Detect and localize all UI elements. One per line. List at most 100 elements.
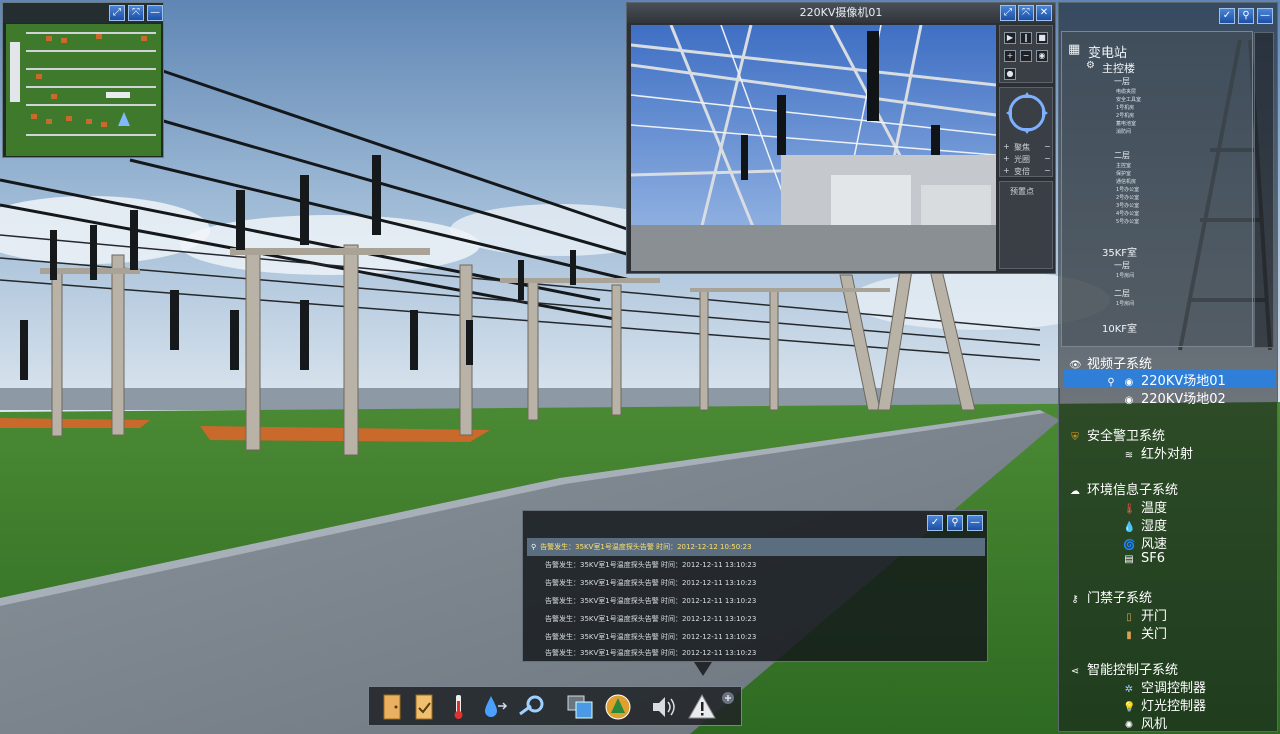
humidity-tool-icon[interactable] bbox=[479, 692, 509, 722]
tree-room[interactable]: 主控室 bbox=[1116, 162, 1131, 169]
warning-icon[interactable] bbox=[687, 692, 717, 722]
location-tree[interactable]: ▦ 变电站 ⚙ 主控楼 一层 电缆夹层 安全工具室 1号机房 2号机房 蓄电池室… bbox=[1061, 31, 1274, 348]
stop-icon[interactable]: ■ bbox=[1036, 32, 1048, 44]
alarm-panel[interactable]: ✓ ⚲ — ⚲ 告警发生：35KV室1号温度探头告警 时间：2012-12-12 … bbox=[522, 510, 988, 662]
alarm-minimize-button[interactable]: — bbox=[967, 515, 983, 531]
security-item-infrared[interactable]: ≋ 红外对射 bbox=[1123, 443, 1193, 462]
video-item-220kv-01[interactable]: ⚲ ◉ 220KV场地01 bbox=[1105, 370, 1226, 389]
tree-room[interactable]: 1号房间 bbox=[1116, 300, 1134, 307]
tree-room[interactable]: 蓄电池室 bbox=[1116, 120, 1136, 127]
share-icon: ⋖ bbox=[1070, 666, 1080, 677]
tree-room[interactable]: 消防间 bbox=[1116, 128, 1131, 135]
iris-minus-icon[interactable]: − bbox=[1044, 154, 1051, 163]
tree-room[interactable]: 1号房间 bbox=[1116, 272, 1134, 279]
tree-room[interactable]: 4号办公室 bbox=[1116, 210, 1139, 217]
minimap-minimize-button[interactable]: — bbox=[147, 5, 163, 21]
camera-video-feed[interactable] bbox=[631, 25, 996, 271]
minimap-panel[interactable]: ⤢ ⤧ — bbox=[2, 2, 164, 158]
tree-room[interactable]: 3号办公室 bbox=[1116, 202, 1139, 209]
focus-minus-icon[interactable]: − bbox=[1044, 142, 1051, 151]
door-icon[interactable] bbox=[377, 692, 407, 722]
video-item-label: 220KV场地02 bbox=[1141, 392, 1226, 407]
tree-room[interactable]: 2号机房 bbox=[1116, 112, 1134, 119]
wind-tool-icon[interactable] bbox=[517, 692, 547, 722]
alarm-row[interactable]: 告警发生：35KV室1号温度探头告警 时间：2012-12-11 13:10:2… bbox=[527, 644, 985, 662]
tree-room[interactable]: 安全工具室 bbox=[1116, 96, 1141, 103]
alarm-row[interactable]: 告警发生：35KV室1号温度探头告警 时间：2012-12-11 13:10:2… bbox=[527, 556, 985, 574]
expand-toolbar-icon[interactable] bbox=[721, 691, 735, 705]
alarm-check-icon[interactable]: ✓ bbox=[927, 515, 943, 531]
tree-main-building[interactable]: 主控楼 bbox=[1102, 60, 1135, 76]
tree-room[interactable]: 电缆夹层 bbox=[1116, 88, 1136, 95]
thermometer-tool-icon[interactable] bbox=[443, 692, 473, 722]
tree-floor-1[interactable]: 一层 bbox=[1114, 76, 1130, 87]
tree-scrollbar[interactable] bbox=[1254, 32, 1274, 348]
env-item-label: 湿度 bbox=[1141, 519, 1168, 534]
camera-window[interactable]: 220KV摄像机01 ⤢ ⤧ ✕ ▶ ‖ ■ + − ◉ ● + 聚焦 − + … bbox=[626, 2, 1056, 274]
minimap-expand-button[interactable]: ⤢ bbox=[109, 5, 125, 21]
tree-room[interactable]: 5号办公室 bbox=[1116, 218, 1139, 225]
right-panel-minimize-button[interactable]: — bbox=[1257, 8, 1273, 24]
tree-room-35kv[interactable]: 35KF室 bbox=[1102, 244, 1137, 259]
access-item-open[interactable]: ▯ 开门 bbox=[1123, 605, 1167, 624]
compass-icon[interactable] bbox=[603, 692, 633, 722]
record-icon[interactable]: ● bbox=[1004, 68, 1016, 80]
camera-expand-button[interactable]: ⤢ bbox=[1000, 5, 1016, 21]
control-subsystem[interactable]: ⋖ 智能控制子系统 bbox=[1069, 659, 1178, 678]
tree-room-35kv-floor-1[interactable]: 一层 bbox=[1114, 260, 1130, 271]
video-item-label: 220KV场地01 bbox=[1141, 374, 1226, 389]
alarm-row-text: 告警发生：35KV室1号温度探头告警 时间：2012-12-11 13:10:2… bbox=[545, 597, 757, 605]
env-item-label: 温度 bbox=[1141, 501, 1168, 516]
alarm-row[interactable]: ⚲ 告警发生：35KV室1号温度探头告警 时间：2012-12-12 10:50:… bbox=[527, 538, 985, 556]
tree-room[interactable]: 保护室 bbox=[1116, 170, 1131, 177]
tree-room[interactable]: 通信机房 bbox=[1116, 178, 1136, 185]
window-layout-icon[interactable] bbox=[565, 692, 595, 722]
zoom-out-icon[interactable]: − bbox=[1020, 50, 1032, 62]
zoom-plus-icon[interactable]: + bbox=[1003, 166, 1010, 175]
pause-icon[interactable]: ‖ bbox=[1020, 32, 1032, 44]
alarm-row[interactable]: 告警发生：35KV室1号温度探头告警 时间：2012-12-11 13:10:2… bbox=[527, 610, 985, 628]
camera-fit-button[interactable]: ⤧ bbox=[1018, 5, 1034, 21]
tree-floor-2[interactable]: 二层 bbox=[1114, 150, 1130, 161]
speaker-icon[interactable] bbox=[649, 692, 679, 722]
env-item-temperature[interactable]: 🌡 温度 bbox=[1123, 497, 1167, 516]
alarm-row[interactable]: 告警发生：35KV室1号温度探头告警 时间：2012-12-11 13:10:2… bbox=[527, 574, 985, 592]
control-item-light[interactable]: 💡 灯光控制器 bbox=[1123, 695, 1206, 714]
tree-room[interactable]: 2号办公室 bbox=[1116, 194, 1139, 201]
infrared-icon: ≋ bbox=[1124, 450, 1134, 461]
door-check-icon[interactable] bbox=[409, 692, 439, 722]
minimap-view[interactable] bbox=[6, 24, 161, 156]
iris-plus-icon[interactable]: + bbox=[1003, 154, 1010, 163]
environment-subsystem[interactable]: ☁ 环境信息子系统 bbox=[1069, 479, 1178, 498]
security-subsystem[interactable]: ⛨ 安全警卫系统 bbox=[1069, 425, 1165, 444]
preset-panel[interactable]: 预置点 bbox=[999, 181, 1053, 269]
tree-room-35kv-floor-2[interactable]: 二层 bbox=[1114, 288, 1130, 299]
check-icon[interactable]: ✓ bbox=[1219, 8, 1235, 24]
control-item-ac[interactable]: ✲ 空调控制器 bbox=[1123, 677, 1206, 696]
focus-plus-icon[interactable]: + bbox=[1003, 142, 1010, 151]
env-item-humidity[interactable]: 💧 湿度 bbox=[1123, 515, 1167, 534]
tree-room[interactable]: 1号机房 bbox=[1116, 104, 1134, 111]
play-icon[interactable]: ▶ bbox=[1004, 32, 1016, 44]
access-item-close[interactable]: ▮ 关门 bbox=[1123, 623, 1167, 642]
camera-close-button[interactable]: ✕ bbox=[1036, 5, 1052, 21]
alarm-pin-icon[interactable]: ⚲ bbox=[947, 515, 963, 531]
video-item-220kv-02[interactable]: ◉ 220KV场地02 bbox=[1123, 388, 1226, 407]
tree-root[interactable]: 变电站 bbox=[1088, 42, 1127, 61]
control-item-fan[interactable]: ✺ 风机 bbox=[1123, 713, 1167, 732]
key-icon: ⚷ bbox=[1071, 594, 1079, 605]
ptz-direction-icon[interactable] bbox=[1000, 90, 1054, 140]
zoom-in-icon[interactable]: + bbox=[1004, 50, 1016, 62]
camera-titlebar[interactable]: 220KV摄像机01 bbox=[627, 3, 1055, 23]
tree-room-10kv[interactable]: 10KF室 bbox=[1102, 320, 1137, 335]
alarm-row[interactable]: 告警发生：35KV室1号温度探头告警 时间：2012-12-11 13:10:2… bbox=[527, 592, 985, 610]
snapshot-icon[interactable]: ◉ bbox=[1036, 50, 1048, 62]
alarm-row-text: 告警发生：35KV室1号温度探头告警 时间：2012-12-11 13:10:2… bbox=[545, 649, 757, 657]
zoom-minus-icon[interactable]: − bbox=[1044, 166, 1051, 175]
tree-room[interactable]: 1号办公室 bbox=[1116, 186, 1139, 193]
env-item-sf6[interactable]: ▤ SF6 bbox=[1123, 551, 1165, 566]
minimap-fit-button[interactable]: ⤧ bbox=[128, 5, 144, 21]
pin-icon[interactable]: ⚲ bbox=[1238, 8, 1254, 24]
env-item-wind[interactable]: 🌀 风速 bbox=[1123, 533, 1167, 552]
access-subsystem[interactable]: ⚷ 门禁子系统 bbox=[1069, 587, 1152, 606]
